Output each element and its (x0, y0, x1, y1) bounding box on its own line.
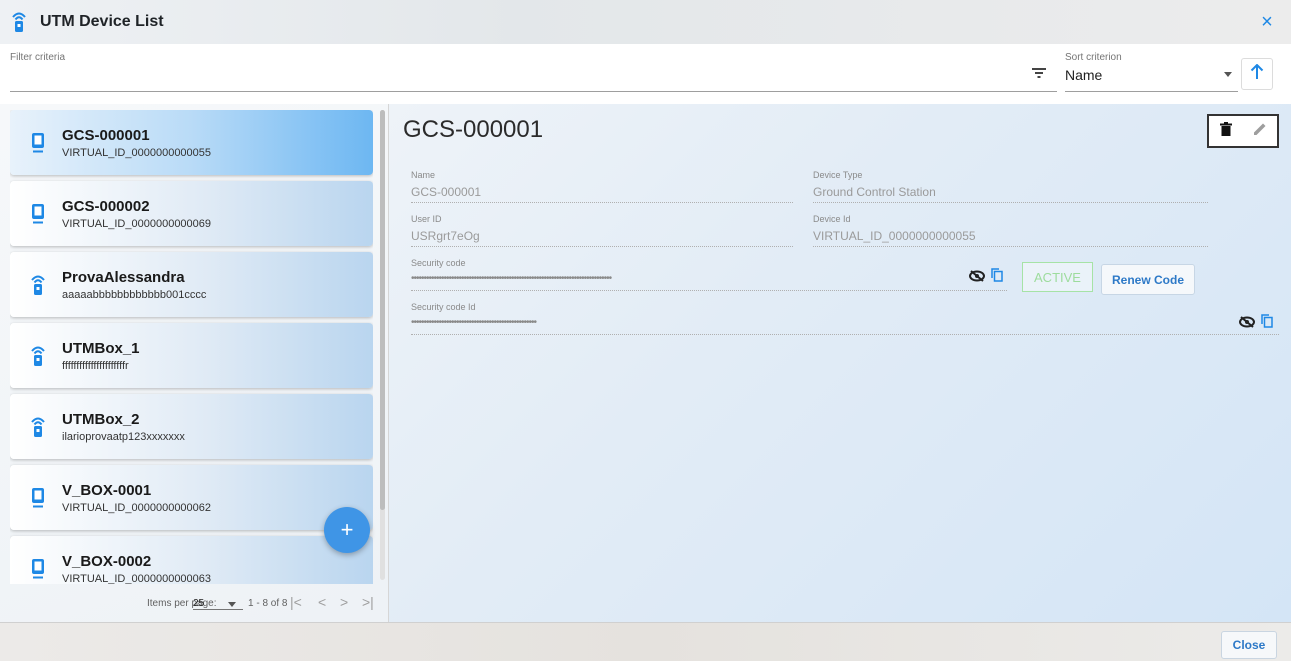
device-card[interactable]: V_BOX-0001 VIRTUAL_ID_0000000000062 (10, 465, 373, 530)
security-code-id-actions (1239, 314, 1273, 333)
device-name: GCS-000001 (62, 126, 150, 144)
chevron-down-icon (1224, 72, 1232, 77)
phone-icon (28, 486, 48, 510)
device-card[interactable]: GCS-000002 VIRTUAL_ID_0000000000069 (10, 181, 373, 246)
device-detail-panel: GCS-000001 Name GCS-000001 Device Type G… (388, 104, 1291, 622)
device-id: aaaaabbbbbbbbbbbb001cccc (62, 288, 207, 301)
user-id-label: User ID (411, 214, 442, 224)
filter-criteria-label: Filter criteria (10, 52, 66, 63)
wireless-beacon-icon (12, 11, 26, 33)
device-id: ffffffffffffffffffffffr (62, 359, 129, 372)
sort-direction-button[interactable] (1241, 58, 1273, 90)
list-scrollbar[interactable] (380, 110, 385, 580)
wireless-beacon-icon (28, 415, 48, 439)
device-card[interactable]: ProvaAlessandra aaaaabbbbbbbbbbbb001cccc (10, 252, 373, 317)
status-badge: ACTIVE (1022, 262, 1093, 292)
device-id-value: VIRTUAL_ID_0000000000055 (813, 229, 1208, 247)
security-code-value: ••••••••••••••••••••••••••••••••••••••••… (411, 273, 1007, 291)
security-code-id-field: Security code Id •••••••••••••••••••••••… (411, 302, 1279, 335)
device-name: GCS-000002 (62, 197, 150, 215)
device-card[interactable]: GCS-000001 VIRTUAL_ID_0000000000055 (10, 110, 373, 175)
name-label: Name (411, 170, 436, 180)
device-name: V_BOX-0002 (62, 552, 152, 570)
renew-code-button[interactable]: Renew Code (1101, 264, 1195, 295)
security-code-label: Security code (411, 258, 466, 268)
edit-icon[interactable] (1253, 122, 1267, 141)
device-name: UTMBox_1 (62, 339, 140, 357)
filter-criteria-input[interactable] (10, 69, 1010, 85)
scrollbar-thumb[interactable] (380, 110, 385, 510)
device-id: VIRTUAL_ID_0000000000062 (62, 501, 212, 514)
security-code-id-value: ••••••••••••••••••••••••••••••••••••••••… (411, 317, 1279, 335)
close-button[interactable]: Close (1221, 631, 1277, 659)
eye-off-icon[interactable] (969, 269, 985, 287)
phone-icon (28, 131, 48, 155)
device-id: VIRTUAL_ID_0000000000063 (62, 572, 212, 585)
phone-icon (28, 202, 48, 226)
phone-icon (28, 557, 48, 581)
device-card[interactable]: V_BOX-0002 VIRTUAL_ID_0000000000063 (10, 536, 373, 584)
device-name: ProvaAlessandra (62, 268, 185, 286)
next-page-icon[interactable]: > (340, 594, 348, 610)
sort-criterion-value: Name (1065, 67, 1103, 83)
security-code-field: Security code ••••••••••••••••••••••••••… (411, 258, 1007, 291)
security-code-actions (969, 268, 1003, 287)
name-field: Name GCS-000001 (411, 170, 793, 203)
user-id-field: User ID USRgrt7eOg (411, 214, 793, 247)
arrow-up-icon (1250, 63, 1264, 85)
close-icon[interactable]: × (1257, 12, 1277, 32)
device-list: GCS-000001 VIRTUAL_ID_0000000000055 GCS-… (10, 110, 373, 584)
user-id-value: USRgrt7eOg (411, 229, 793, 247)
filter-icon[interactable] (1030, 66, 1048, 80)
sort-criterion-label: Sort criterion (1065, 52, 1122, 63)
device-card[interactable]: UTMBox_2 ilarioprovaatp123xxxxxxx (10, 394, 373, 459)
wireless-beacon-icon (28, 344, 48, 368)
device-list-panel: GCS-000001 VIRTUAL_ID_0000000000055 GCS-… (0, 104, 388, 622)
first-page-icon[interactable]: |< (290, 594, 302, 610)
device-id: ilarioprovaatp123xxxxxxx (62, 430, 185, 443)
device-name: UTMBox_2 (62, 410, 140, 428)
page-range-label: 1 - 8 of 8 (248, 598, 288, 609)
device-type-field: Device Type Ground Control Station (813, 170, 1208, 203)
detail-title: GCS-000001 (403, 116, 544, 143)
device-type-value: Ground Control Station (813, 185, 1208, 203)
name-value: GCS-000001 (411, 185, 793, 203)
device-type-label: Device Type (813, 170, 863, 180)
detail-actions (1207, 114, 1279, 148)
copy-icon[interactable] (1261, 314, 1273, 333)
paginator: Items per page: 25 1 - 8 of 8 |< < > >| (0, 590, 388, 620)
eye-off-icon[interactable] (1239, 315, 1255, 333)
dialog-footer: Close (0, 622, 1291, 661)
device-card[interactable]: UTMBox_1 ffffffffffffffffffffffr (10, 323, 373, 388)
device-id-field: Device Id VIRTUAL_ID_0000000000055 (813, 214, 1208, 247)
utm-device-list-dialog: UTM Device List × Filter criteria Sort c… (0, 0, 1291, 661)
device-id-label: Device Id (813, 214, 851, 224)
dialog-title: UTM Device List (40, 13, 164, 30)
delete-icon[interactable] (1219, 121, 1232, 141)
previous-page-icon[interactable]: < (318, 594, 326, 610)
title-bar: UTM Device List × (0, 0, 1291, 44)
add-device-button[interactable]: + (324, 507, 370, 553)
filter-criteria-field[interactable]: Filter criteria (10, 52, 1057, 92)
device-id: VIRTUAL_ID_0000000000069 (62, 217, 212, 230)
device-name: V_BOX-0001 (62, 481, 152, 499)
last-page-icon[interactable]: >| (362, 594, 374, 610)
chevron-down-icon (228, 602, 236, 607)
security-code-id-label: Security code Id (411, 302, 476, 312)
sort-criterion-select[interactable]: Sort criterion Name (1065, 52, 1238, 92)
device-id: VIRTUAL_ID_0000000000055 (62, 146, 212, 159)
wireless-beacon-icon (28, 273, 48, 297)
filter-bar: Filter criteria Sort criterion Name (0, 44, 1291, 104)
copy-icon[interactable] (991, 268, 1003, 287)
